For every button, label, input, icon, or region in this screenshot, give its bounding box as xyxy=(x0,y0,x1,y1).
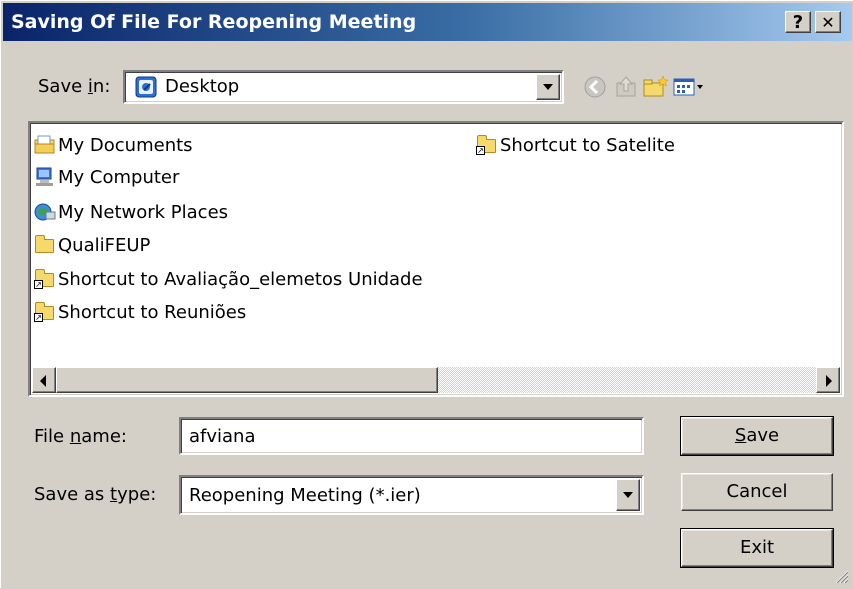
up-folder-icon[interactable] xyxy=(612,73,640,101)
chevron-down-icon xyxy=(623,492,633,498)
save-in-value: Desktop xyxy=(165,76,240,97)
network-places-icon xyxy=(34,202,56,222)
scroll-right-button[interactable] xyxy=(816,367,840,393)
list-item[interactable]: ↗ Shortcut to Satelite xyxy=(476,133,675,157)
list-item[interactable]: ↗ Shortcut to Avaliação_elemetos Unidade xyxy=(34,267,423,291)
file-name-value: afviana xyxy=(189,426,256,447)
file-name-label: File name: xyxy=(34,426,127,447)
close-button[interactable]: ✕ xyxy=(815,11,841,33)
arrow-left-icon xyxy=(40,375,46,387)
folder-shortcut-icon: ↗ xyxy=(476,135,498,155)
save-dialog: Saving Of File For Reopening Meeting ? ✕… xyxy=(0,0,853,588)
horizontal-scrollbar[interactable] xyxy=(32,367,840,393)
scroll-thumb[interactable] xyxy=(56,367,438,393)
list-item[interactable]: My Network Places xyxy=(34,200,228,224)
save-button[interactable]: Save xyxy=(680,416,834,456)
view-menu-icon[interactable] xyxy=(671,73,707,101)
list-item[interactable]: ↗ Shortcut to Reuniões xyxy=(34,300,246,324)
save-as-type-dropdown[interactable]: Reopening Meeting (*.ier) xyxy=(179,475,644,515)
list-item[interactable]: My Documents xyxy=(34,133,193,157)
help-button[interactable]: ? xyxy=(785,11,811,33)
save-as-type-dropdown-button[interactable] xyxy=(616,479,640,511)
save-in-dropdown-button[interactable] xyxy=(536,74,560,100)
save-in-dropdown[interactable]: Desktop xyxy=(123,70,564,104)
chevron-down-icon xyxy=(543,84,553,90)
window-title: Saving Of File For Reopening Meeting xyxy=(11,11,417,33)
title-bar[interactable]: Saving Of File For Reopening Meeting ? ✕ xyxy=(3,3,852,41)
folder-icon xyxy=(34,235,56,255)
folder-shortcut-icon: ↗ xyxy=(34,269,56,289)
list-item[interactable]: QualiFEUP xyxy=(34,233,150,257)
back-icon[interactable] xyxy=(581,73,609,101)
file-list[interactable]: My Documents My Computer My Network Plac… xyxy=(28,121,844,397)
save-as-type-label: Save as type: xyxy=(34,484,157,505)
folder-shortcut-icon: ↗ xyxy=(34,302,56,322)
my-documents-icon xyxy=(34,135,56,155)
list-item[interactable]: My Computer xyxy=(34,165,179,189)
resize-grip-icon[interactable] xyxy=(831,566,849,584)
scroll-left-button[interactable] xyxy=(32,367,56,393)
cancel-button[interactable]: Cancel xyxy=(681,473,833,511)
save-in-label: Save in: xyxy=(38,76,111,97)
save-as-type-value: Reopening Meeting (*.ier) xyxy=(189,485,421,506)
my-computer-icon xyxy=(34,167,56,187)
new-folder-icon[interactable] xyxy=(641,73,669,101)
exit-button[interactable]: Exit xyxy=(680,528,834,568)
file-name-input[interactable]: afviana xyxy=(179,417,644,455)
arrow-right-icon xyxy=(826,375,832,387)
desktop-icon xyxy=(135,76,157,98)
